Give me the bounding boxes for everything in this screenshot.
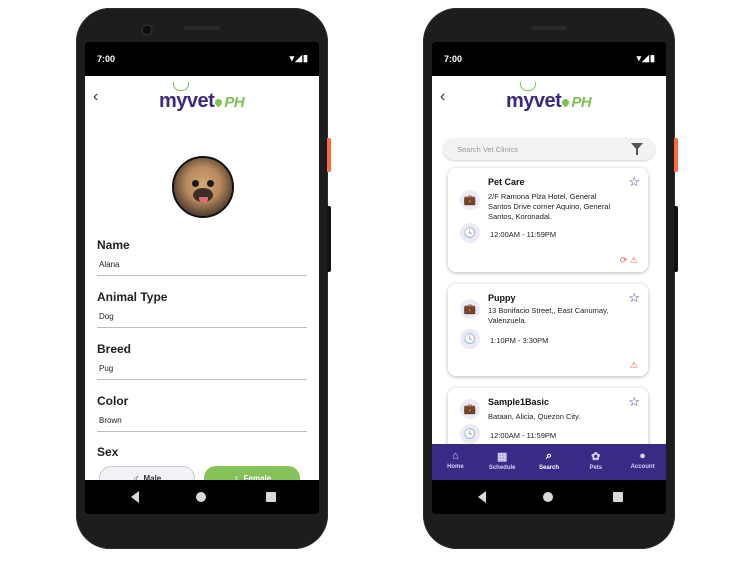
clinic-address: Bataan, Alicia, Quezon City. bbox=[488, 412, 581, 421]
bottom-tab-bar: ⌂ Home ▦ Schedule ⌕ Search ✿ Pets ● Account bbox=[432, 444, 666, 480]
field-label: Name bbox=[97, 238, 130, 252]
clinic-hours: 12:00AM - 11:59PM bbox=[490, 230, 557, 239]
status-icons: ▾◢▮ bbox=[289, 53, 309, 63]
back-arrow-icon[interactable]: ‹ bbox=[93, 88, 98, 106]
clock-icon: 🕓 bbox=[460, 424, 480, 444]
screen-pet-profile: 7:00 ▾◢▮ ‹ myvet PH Name Alana Animal Typ… bbox=[85, 42, 319, 514]
tab-label: Schedule bbox=[488, 465, 516, 471]
status-bar: 7:00 ▾◢▮ bbox=[85, 42, 319, 76]
clock-icon: 🕓 bbox=[460, 223, 480, 243]
status-icons: ▾◢▮ bbox=[636, 53, 656, 63]
app-bar: ‹ myvet PH bbox=[432, 76, 666, 120]
status-time: 7:00 bbox=[97, 54, 116, 64]
power-button bbox=[327, 138, 331, 172]
system-nav-bar bbox=[85, 480, 319, 514]
field-label: Animal Type bbox=[97, 290, 168, 304]
color-input[interactable]: Brown bbox=[97, 416, 307, 432]
field-name: Name Alana bbox=[97, 238, 307, 276]
clinic-card[interactable]: Pet Care ☆ 💼 2/F Ramona Plza Hotel, Gene… bbox=[448, 168, 648, 272]
phone-right: 7:00 ▾◢▮ ‹ myvet PH Search Vet Clinics Pe… bbox=[423, 8, 678, 549]
star-icon[interactable]: ☆ bbox=[628, 394, 640, 410]
breed-input[interactable]: Pug bbox=[97, 364, 307, 380]
search-input[interactable]: Search Vet Clinics bbox=[457, 145, 518, 154]
star-icon[interactable]: ☆ bbox=[628, 290, 640, 306]
tab-schedule[interactable]: ▦ Schedule bbox=[479, 444, 526, 480]
clinic-hours: 12:00AM - 11:59PM bbox=[490, 431, 557, 440]
field-breed: Breed Pug bbox=[97, 342, 307, 380]
system-home-icon[interactable] bbox=[196, 492, 206, 502]
search-icon: ⌕ bbox=[545, 450, 553, 462]
name-input[interactable]: Alana bbox=[97, 260, 307, 276]
app-logo: myvet PH bbox=[506, 82, 592, 113]
briefcase-icon: 💼 bbox=[460, 299, 480, 319]
system-back-icon[interactable] bbox=[131, 491, 139, 503]
clinic-address: 2/F Ramona Plza Hotel, General Santos Dr… bbox=[488, 192, 611, 221]
logo-text: myvet bbox=[159, 90, 215, 112]
briefcase-icon: 💼 bbox=[460, 190, 480, 210]
volume-button bbox=[674, 206, 678, 272]
pet-avatar[interactable] bbox=[172, 156, 234, 218]
search-bar[interactable]: Search Vet Clinics bbox=[443, 138, 655, 160]
system-back-icon[interactable] bbox=[478, 491, 486, 503]
clinic-name: Sample1Basic bbox=[488, 397, 550, 407]
home-icon: ⌂ bbox=[452, 450, 459, 462]
system-home-icon[interactable] bbox=[543, 492, 553, 502]
tab-label: Search bbox=[538, 465, 559, 471]
field-animal-type: Animal Type Dog bbox=[97, 290, 307, 328]
alarm-icon: ⚠ bbox=[629, 360, 638, 370]
refresh-icon: ⟳ bbox=[619, 255, 628, 265]
sex-label: Sex bbox=[97, 445, 119, 459]
filter-icon[interactable] bbox=[631, 143, 643, 155]
clinic-name: Puppy bbox=[488, 293, 516, 303]
tab-label: Account bbox=[630, 464, 655, 470]
clock-icon: 🕓 bbox=[460, 329, 480, 349]
service-badges: ⟳ ⚠ bbox=[620, 255, 638, 266]
clinic-card[interactable]: Puppy ☆ 💼 13 Bonifacio Street,, East Can… bbox=[448, 284, 648, 376]
pin-icon bbox=[560, 97, 571, 108]
clinic-address: 13 Bonifacio Street,, East Canumay, Vale… bbox=[488, 306, 609, 325]
system-nav-bar bbox=[432, 480, 666, 514]
status-bar: 7:00 ▾◢▮ bbox=[432, 42, 666, 76]
animal-type-input[interactable]: Dog bbox=[97, 312, 307, 328]
phone-left: 7:00 ▾◢▮ ‹ myvet PH Name Alana Animal Typ… bbox=[76, 8, 331, 549]
earpiece bbox=[531, 26, 567, 30]
tab-account[interactable]: ● Account bbox=[619, 444, 666, 480]
tab-label: Pets bbox=[589, 465, 603, 471]
pin-icon bbox=[213, 97, 224, 108]
volume-button bbox=[327, 206, 331, 272]
calendar-icon: ▦ bbox=[496, 451, 508, 463]
screen-clinic-search: 7:00 ▾◢▮ ‹ myvet PH Search Vet Clinics Pe… bbox=[432, 42, 666, 514]
field-color: Color Brown bbox=[97, 394, 307, 432]
tab-label: Home bbox=[447, 464, 464, 470]
app-logo: myvet PH bbox=[159, 82, 245, 113]
logo-suffix: PH bbox=[571, 94, 592, 111]
system-recents-icon[interactable] bbox=[613, 492, 623, 502]
alarm-icon: ⚠ bbox=[629, 255, 638, 265]
front-camera bbox=[141, 24, 153, 36]
power-button bbox=[674, 138, 678, 172]
app-bar: ‹ myvet PH bbox=[85, 76, 319, 120]
tab-home[interactable]: ⌂ Home bbox=[432, 444, 479, 480]
service-badges: ⚠ bbox=[630, 360, 638, 371]
earpiece bbox=[184, 26, 220, 30]
logo-text: myvet bbox=[506, 90, 562, 112]
user-icon: ● bbox=[639, 450, 646, 462]
system-recents-icon[interactable] bbox=[266, 492, 276, 502]
status-time: 7:00 bbox=[444, 54, 463, 64]
avatar-tongue bbox=[199, 197, 208, 203]
avatar-eye bbox=[192, 180, 199, 187]
avatar-eye bbox=[207, 180, 214, 187]
briefcase-icon: 💼 bbox=[460, 399, 480, 419]
star-icon[interactable]: ☆ bbox=[628, 174, 640, 190]
field-label: Color bbox=[97, 394, 129, 408]
clinic-hours: 1:10PM - 3:30PM bbox=[490, 336, 549, 345]
tab-search[interactable]: ⌕ Search bbox=[526, 444, 573, 480]
clinic-name: Pet Care bbox=[488, 177, 525, 187]
paw-icon: ✿ bbox=[591, 451, 601, 463]
field-label: Breed bbox=[97, 342, 132, 356]
back-arrow-icon[interactable]: ‹ bbox=[440, 88, 445, 106]
tab-pets[interactable]: ✿ Pets bbox=[572, 444, 619, 480]
logo-suffix: PH bbox=[224, 94, 245, 111]
